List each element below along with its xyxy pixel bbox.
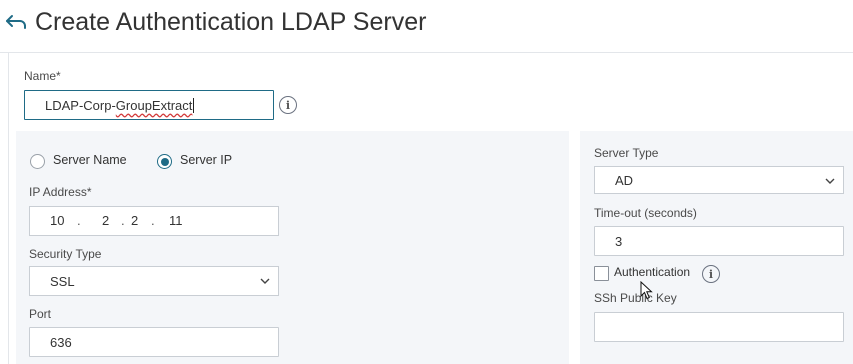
ip-octet-4[interactable]: 11 (169, 213, 183, 228)
info-icon[interactable]: i (279, 96, 297, 114)
ip-address-label: IP Address* (29, 185, 92, 199)
back-arrow-icon[interactable] (3, 8, 29, 34)
timeout-label: Time-out (seconds) (594, 206, 697, 220)
ip-octet-3[interactable]: 2 (131, 213, 138, 228)
ip-dot: . (77, 213, 81, 228)
security-type-select[interactable]: SSL (29, 266, 279, 296)
ip-octet-1[interactable]: 10 (50, 213, 64, 228)
timeout-value: 3 (615, 233, 623, 249)
server-type-select[interactable]: AD (594, 166, 844, 194)
ssh-public-key-input[interactable] (594, 312, 844, 342)
name-input[interactable]: LDAP-Corp- GroupExtract (24, 90, 274, 120)
text-caret (193, 97, 195, 113)
chevron-down-icon (260, 278, 270, 284)
port-label: Port (29, 307, 52, 321)
server-name-radio-label[interactable]: Server Name (53, 153, 127, 167)
info-icon[interactable]: i (702, 265, 720, 283)
ssh-public-key-label: SSh Public Key (594, 291, 677, 305)
port-input[interactable]: 636 (29, 327, 279, 357)
authentication-label[interactable]: Authentication (614, 265, 690, 279)
server-ip-radio[interactable] (157, 154, 172, 169)
server-type-label: Server Type (594, 146, 659, 160)
port-value: 636 (50, 334, 72, 350)
ip-dot: . (121, 213, 125, 228)
page-title: Create Authentication LDAP Server (35, 8, 427, 36)
security-type-value: SSL (50, 273, 75, 289)
server-type-value: AD (615, 172, 634, 188)
timeout-input[interactable]: 3 (594, 226, 844, 256)
name-label: Name* (24, 69, 61, 83)
name-input-value-misspelled: GroupExtract (115, 97, 193, 113)
ip-address-input[interactable]: 10 . 2 . 2 . 11 (29, 206, 279, 236)
mouse-cursor-icon (640, 280, 654, 301)
server-name-radio[interactable] (30, 154, 45, 169)
chevron-down-icon (825, 178, 835, 184)
ip-octet-2[interactable]: 2 (102, 213, 109, 228)
authentication-checkbox[interactable] (594, 266, 609, 281)
name-input-value-prefix: LDAP-Corp- (45, 97, 116, 113)
ip-dot: . (151, 213, 155, 228)
security-type-label: Security Type (29, 247, 102, 261)
server-ip-radio-label[interactable]: Server IP (180, 153, 232, 167)
